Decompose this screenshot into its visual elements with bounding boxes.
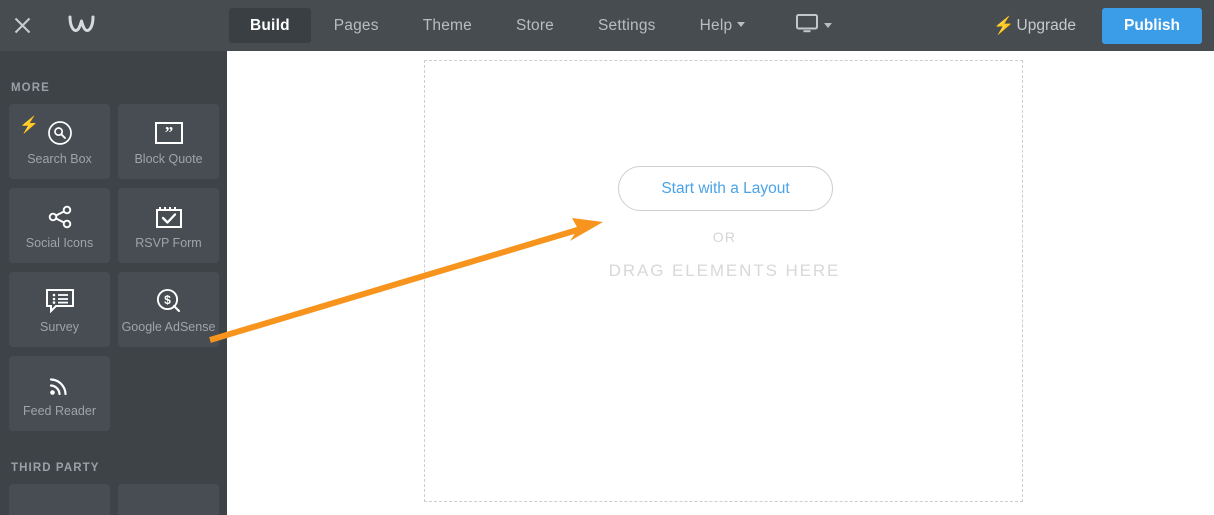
page-canvas[interactable]: Start with a Layout OR DRAG ELEMENTS HER…: [227, 51, 1214, 515]
sidebar-card-survey[interactable]: Survey: [9, 272, 110, 347]
upgrade-button[interactable]: ⚡ Upgrade: [993, 17, 1076, 35]
close-editor-button[interactable]: [0, 0, 45, 51]
sidebar-section-label-more: MORE: [11, 82, 50, 94]
tab-pages[interactable]: Pages: [313, 8, 400, 43]
sidebar-card-google-adsense[interactable]: $ Google AdSense: [118, 272, 219, 347]
tab-help[interactable]: Help: [679, 8, 767, 43]
sidebar-card-feed-reader[interactable]: Feed Reader: [9, 356, 110, 431]
sidebar-card-label: Google AdSense: [121, 319, 216, 334]
weebly-home-button[interactable]: [45, 0, 117, 51]
editor-header: Build Pages Theme Store Settings Help ⚡ U…: [0, 0, 1214, 51]
lightning-bolt-icon: ⚡: [993, 16, 1015, 35]
survey-list-icon: [45, 286, 74, 316]
drag-elements-here-label: DRAG ELEMENTS HERE: [608, 261, 841, 280]
sidebar-card-third-party-2[interactable]: [118, 484, 219, 515]
tab-help-label: Help: [699, 17, 733, 34]
sidebar-card-label: Survey: [40, 319, 79, 334]
share-nodes-icon: [47, 202, 73, 232]
sidebar-card-block-quote[interactable]: ” Block Quote: [118, 104, 219, 179]
sidebar-scroll-container[interactable]: Products Categories MORE ⚡: [0, 0, 227, 515]
calendar-check-icon: [155, 202, 182, 232]
block-quote-icon: ”: [154, 118, 183, 148]
tab-build[interactable]: Build: [229, 8, 311, 43]
chevron-down-icon: [824, 23, 833, 28]
start-with-layout-button[interactable]: Start with a Layout: [618, 166, 833, 211]
drop-zone[interactable]: Start with a Layout OR DRAG ELEMENTS HER…: [424, 60, 1023, 502]
svg-text:$: $: [164, 293, 171, 307]
sidebar-card-label: RSVP Form: [135, 235, 202, 250]
pro-lightning-bolt-icon: ⚡: [19, 117, 39, 134]
sidebar-section-third-party-grid: [0, 484, 227, 515]
sidebar-card-label: Social Icons: [25, 235, 94, 250]
publish-button[interactable]: Publish: [1102, 7, 1202, 44]
header-right-actions: ⚡ Upgrade Publish: [993, 0, 1214, 51]
or-separator-label: OR: [712, 229, 737, 245]
sidebar-card-label: Feed Reader: [23, 403, 96, 418]
rss-icon: [48, 370, 72, 400]
sidebar-card-search-box[interactable]: ⚡ Search Box: [9, 104, 110, 179]
elements-sidebar: Products Categories MORE ⚡: [0, 0, 227, 515]
svg-text:”: ”: [164, 123, 173, 142]
tab-settings[interactable]: Settings: [577, 8, 677, 43]
sidebar-section-label-third-party: THIRD PARTY: [11, 462, 100, 474]
monitor-icon: [796, 13, 819, 38]
weebly-editor-window: Products Categories MORE ⚡: [0, 0, 1214, 515]
sidebar-card-social-icons[interactable]: Social Icons: [9, 188, 110, 263]
tab-store[interactable]: Store: [495, 8, 575, 43]
sidebar-card-third-party-1[interactable]: [9, 484, 110, 515]
sidebar-section-more-grid: ⚡ Search Box ” Block Quote Social Icons …: [0, 104, 227, 440]
upgrade-label: Upgrade: [1016, 16, 1077, 34]
sidebar-card-rsvp-form[interactable]: RSVP Form: [118, 188, 219, 263]
weebly-logo-icon: [68, 13, 95, 38]
close-icon: [14, 17, 31, 34]
chevron-down-icon: [737, 22, 746, 28]
tab-theme[interactable]: Theme: [402, 8, 493, 43]
sidebar-card-label: Search Box: [27, 151, 92, 166]
main-nav-tabs: Build Pages Theme Store Settings Help: [229, 0, 846, 51]
sidebar-card-label: Block Quote: [134, 151, 203, 166]
search-circle-icon: [47, 118, 73, 148]
adsense-dollar-icon: $: [156, 286, 182, 316]
device-preview-button[interactable]: [782, 8, 846, 43]
